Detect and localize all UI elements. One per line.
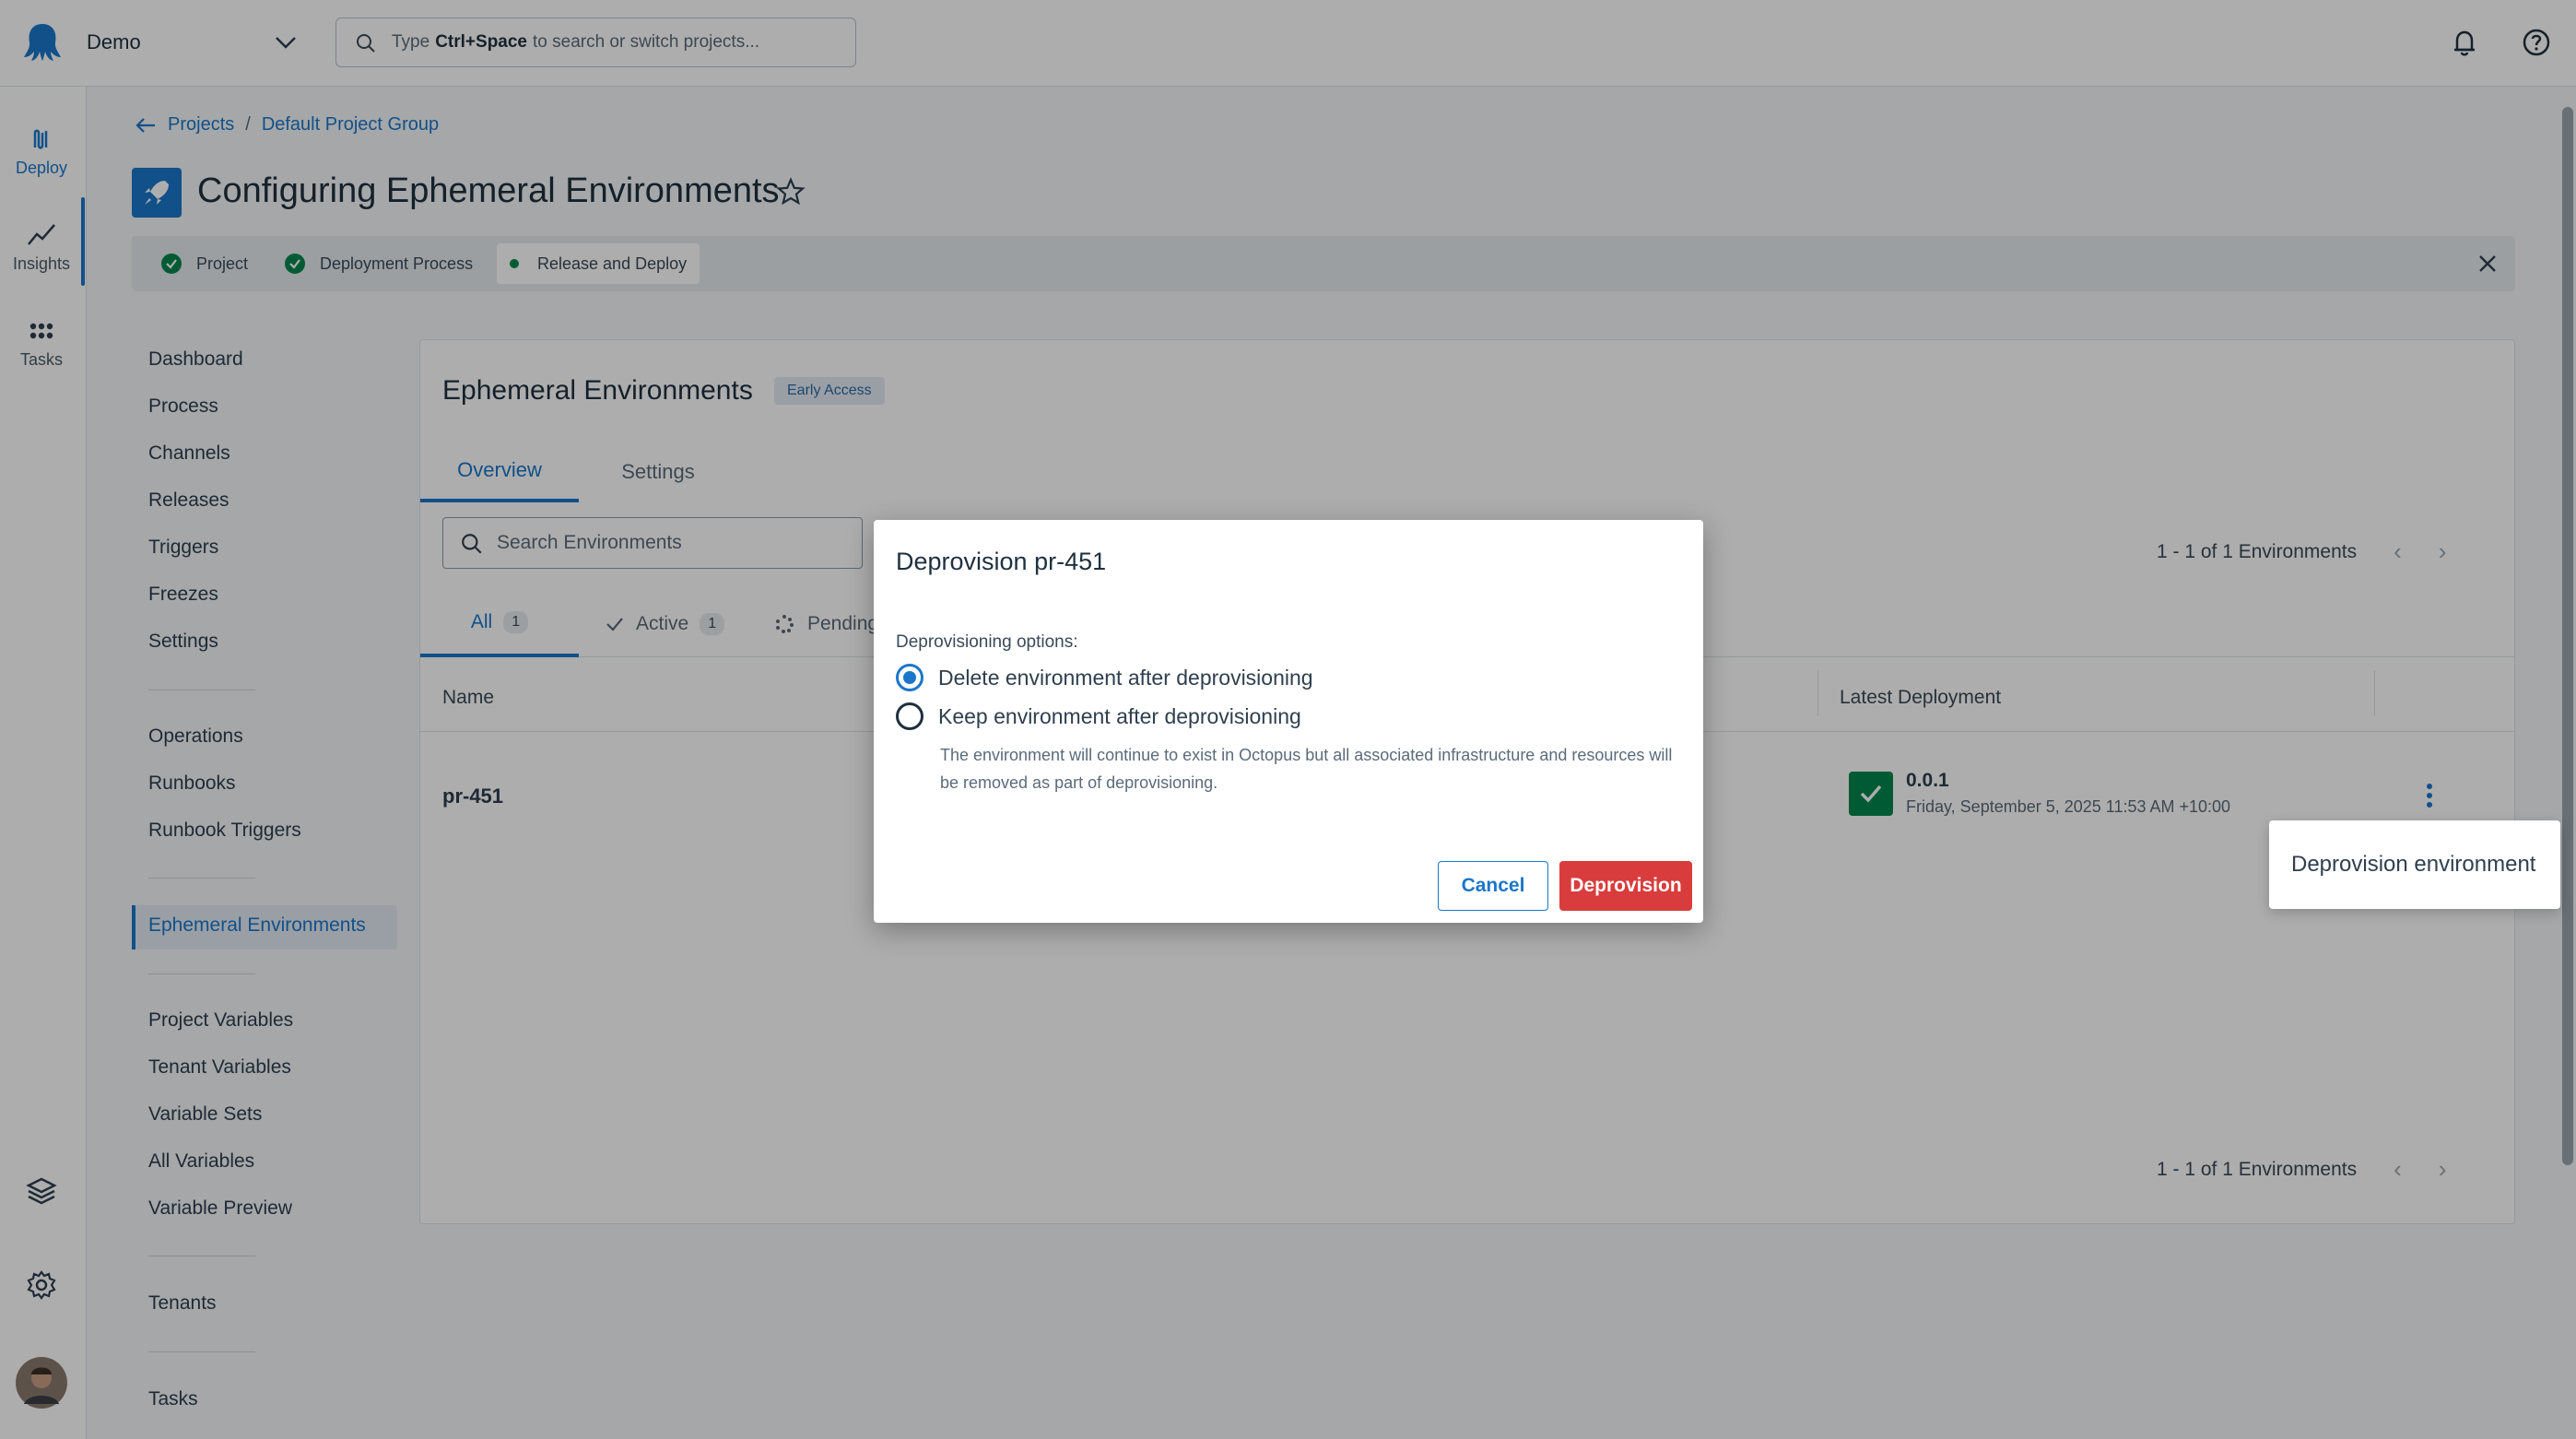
option-delete-environment[interactable]: Delete environment after deprovisioning xyxy=(896,664,1313,691)
radio-unchecked-icon[interactable] xyxy=(896,702,923,730)
radio-checked-icon[interactable] xyxy=(896,664,923,691)
menu-item-deprovision-environment[interactable]: Deprovision environment xyxy=(2291,852,2535,878)
option-keep-label: Keep environment after deprovisioning xyxy=(938,703,1301,728)
option-delete-label: Delete environment after deprovisioning xyxy=(938,665,1313,690)
deprovision-button[interactable]: Deprovision xyxy=(1559,861,1692,911)
keep-option-helper-text: The environment will continue to exist i… xyxy=(940,746,1673,792)
cancel-button[interactable]: Cancel xyxy=(1438,861,1548,911)
option-keep-environment[interactable]: Keep environment after deprovisioning xyxy=(896,702,1301,730)
deprovision-dialog: Deprovision pr-451 Deprovisioning option… xyxy=(874,520,1703,923)
context-menu: Deprovision environment xyxy=(2269,820,2560,909)
dialog-title: Deprovision pr-451 xyxy=(896,548,1107,575)
deprovision-options-label: Deprovisioning options: xyxy=(896,632,1078,652)
